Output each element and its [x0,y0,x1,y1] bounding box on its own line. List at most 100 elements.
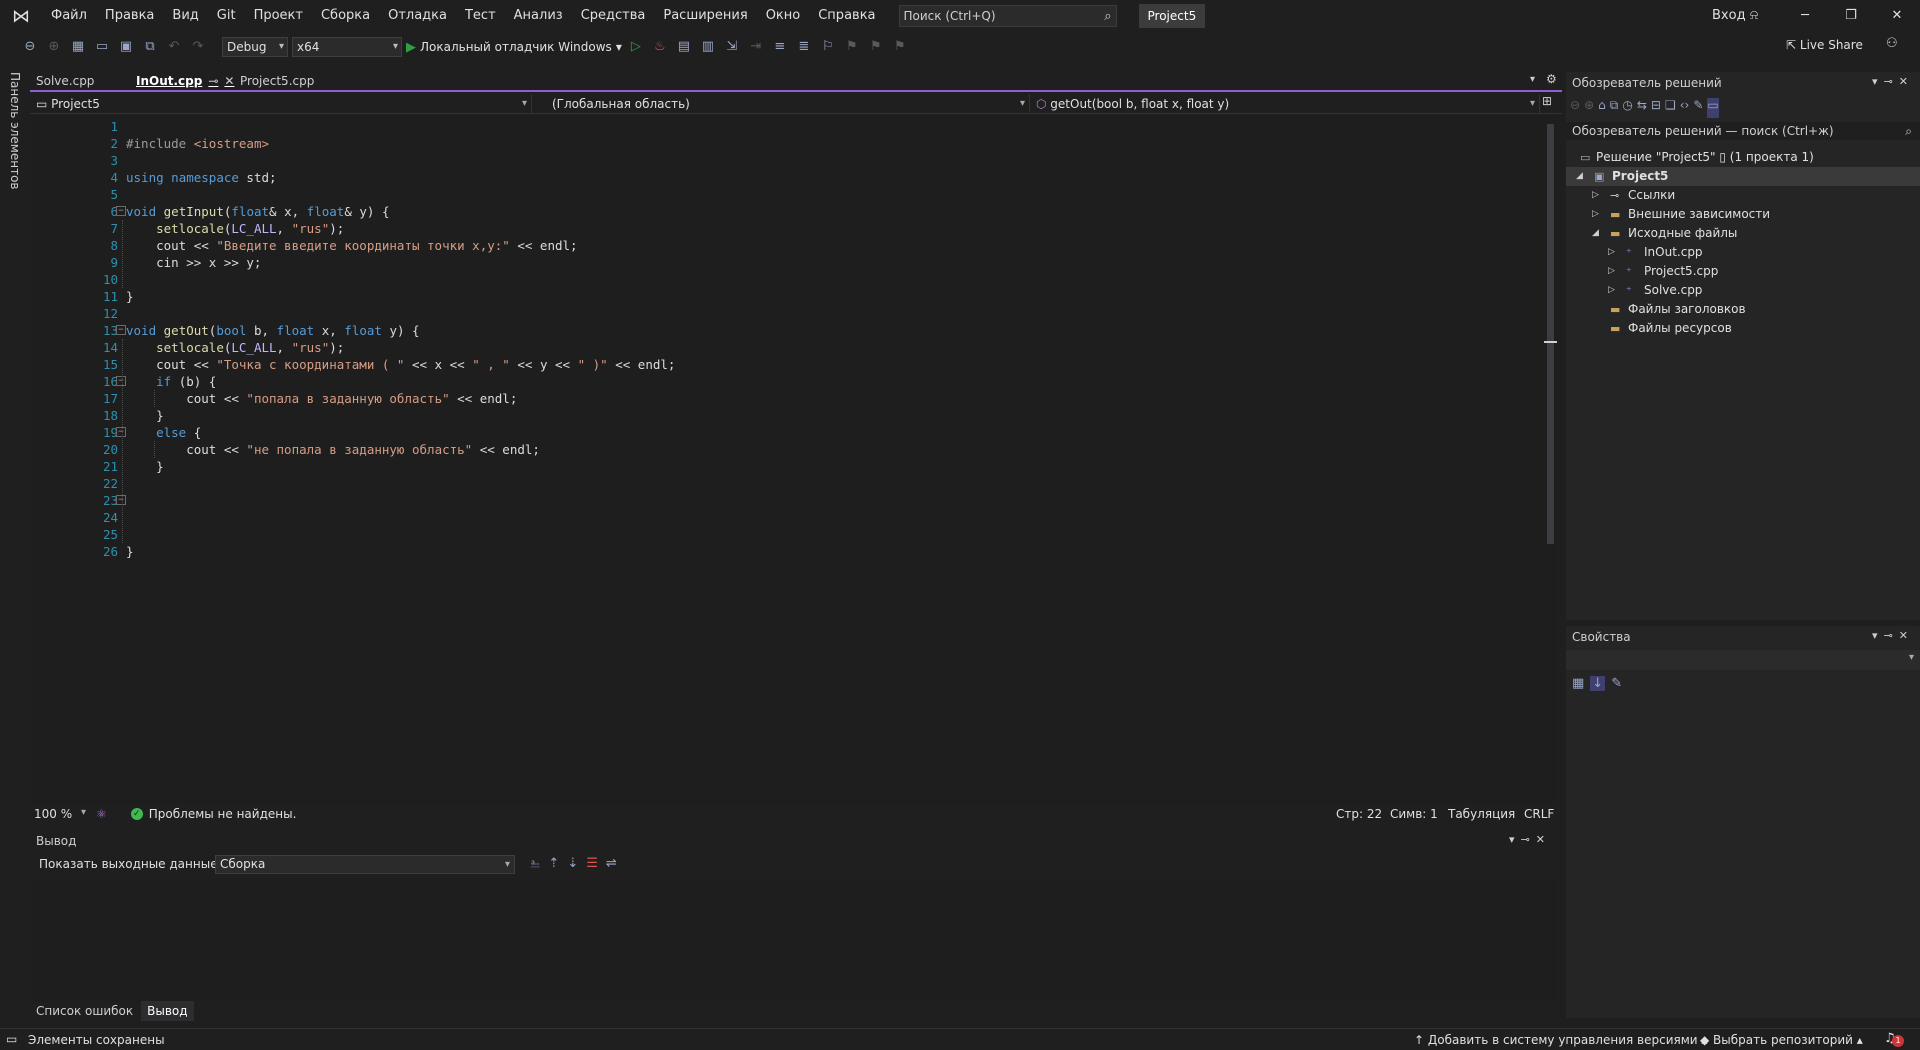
member-select[interactable]: ⬡ getOut(bool b, float x, float y) [1030,94,1540,114]
code-line[interactable]: 3 [30,152,1550,169]
chevron-down-icon[interactable]: ▾ [1872,629,1884,642]
feedback-icon[interactable]: ⚇ [1886,36,1898,51]
pin-icon[interactable]: ⊸ [1884,629,1899,642]
collapsed-arrow-icon[interactable]: ▷ [1608,262,1615,281]
toolbox-tab[interactable]: Панель элементов [8,72,22,190]
collapsed-arrow-icon[interactable]: ▷ [1608,281,1615,300]
collapse-toggle-icon[interactable]: − [116,325,126,335]
collapsed-arrow-icon[interactable]: ▷ [1592,205,1599,224]
solution-explorer-controls[interactable]: ▾⊸✕ [1872,75,1914,88]
menu-item-10[interactable]: Расширения [654,0,756,32]
solution-folder-icon[interactable]: ▤ [674,37,694,57]
view-code-icon[interactable]: ‹› [1680,98,1690,118]
pending-changes-filter-icon[interactable]: ◷ [1622,98,1632,118]
forward-icon[interactable]: ⊕ [1584,98,1594,118]
start-debugging-button[interactable]: ▶ Локальный отладчик Windows ▾ [406,40,622,55]
indentation-mode[interactable]: Табуляция [1448,804,1515,824]
code-line[interactable]: 12 [30,305,1550,322]
code-line[interactable]: 9 cin >> x >> y; [30,254,1550,271]
code-line[interactable]: 26} [30,543,1550,560]
menu-item-11[interactable]: Окно [757,0,810,32]
select-repository-button[interactable]: ◆ Выбрать репозиторий ▴ [1700,1029,1863,1050]
step-icon[interactable]: ⇲ [722,37,742,57]
preview-selected-icon[interactable]: ▭ [1707,98,1719,118]
back-icon[interactable]: ⊖ [1570,98,1580,118]
pin-icon[interactable]: ⊸ [1884,75,1899,88]
tree-item[interactable]: ▷ ▬ Внешние зависимости [1566,205,1920,224]
close-icon[interactable]: ✕ [224,72,234,90]
search-input[interactable]: Поиск (Ctrl+Q) ⌕ [898,5,1117,27]
menu-item-3[interactable]: Git [208,0,245,32]
output-panel-controls[interactable]: ▾⊸✕ [1509,833,1551,846]
code-line[interactable]: 4 using namespace std; [30,169,1550,186]
code-line[interactable]: 16− if (b) { [30,373,1550,390]
tab-settings-gear-icon[interactable]: ⚙ [1546,72,1557,86]
tab-inout-cpp[interactable]: InOut.cpp ⊸ ✕ [130,72,234,90]
expanded-arrow-icon[interactable]: ◢ [1576,167,1583,186]
tree-item[interactable]: ▭ Решение "Project5" ▯ (1 проекта 1) [1566,148,1920,167]
configuration-select[interactable]: Debug [222,37,288,57]
code-line[interactable]: 11} [30,288,1550,305]
forward-navigation-icon[interactable]: ⊕ [44,37,64,57]
close-icon[interactable]: ✕ [1536,833,1551,846]
code-line[interactable]: 1 [30,118,1550,135]
home-icon[interactable]: ⌂ [1598,98,1606,118]
clear-all-icon[interactable]: ☰ [586,856,606,871]
code-line[interactable]: 21 } [30,458,1550,475]
new-project-icon[interactable]: ▦ [68,37,88,57]
save-all-icon[interactable]: ⧉ [140,37,160,57]
collapse-toggle-icon[interactable]: − [116,495,126,505]
menu-item-0[interactable]: Файл [42,0,96,32]
code-line[interactable]: 5 [30,186,1550,203]
tree-item[interactable]: ▷ ⁺ InOut.cpp [1566,243,1920,262]
uncomment-icon[interactable]: ≣ [794,37,814,57]
global-scope-select[interactable]: (Глобальная область) [532,94,1030,114]
redo-icon[interactable]: ↷ [188,37,208,57]
menu-item-5[interactable]: Сборка [312,0,379,32]
code-line[interactable]: 13− void getOut(bool b, float x, float y)… [30,322,1550,339]
notifications-bell-icon[interactable]: ♫ 1 [1884,1031,1904,1049]
tab-solve-cpp[interactable]: Solve.cpp [30,72,130,90]
tab-error-list[interactable]: Список ошибок [30,1001,139,1021]
tree-item[interactable]: ◢ ▣ Project5 [1566,167,1920,186]
code-line[interactable]: 18 } [30,407,1550,424]
next-message-icon[interactable]: ⇣ [567,856,586,871]
next-bookmark-icon[interactable]: ⚑ [866,37,886,57]
collapse-all-icon[interactable]: ⊟ [1651,98,1661,118]
menu-item-12[interactable]: Справка [809,0,884,32]
chevron-down-icon[interactable]: ▾ [1872,75,1884,88]
tree-item[interactable]: ◢ ▬ Исходные файлы [1566,224,1920,243]
code-line[interactable]: 25 [30,526,1550,543]
menu-item-2[interactable]: Вид [163,0,207,32]
collapse-toggle-icon[interactable]: − [116,427,126,437]
code-editor[interactable]: 1 2 #include <iostream> 3 4 using namespace s… [30,116,1557,804]
undo-icon[interactable]: ↶ [164,37,184,57]
code-line[interactable]: 23− [30,492,1550,509]
code-line[interactable]: 8 cout << "Введите введите координаты то… [30,237,1550,254]
code-line[interactable]: 6− void getInput(float& x, float& y) { [30,203,1550,220]
tab-list-chevron-icon[interactable]: ▾ [1530,74,1535,85]
menu-item-6[interactable]: Отладка [379,0,456,32]
start-without-debugging-icon[interactable]: ▷ [626,37,646,57]
menu-item-1[interactable]: Правка [96,0,163,32]
properties-wrench-icon[interactable]: ✎ [1693,98,1703,118]
code-line[interactable]: 7 setlocale(LC_ALL, "rus"); [30,220,1550,237]
comment-icon[interactable]: ≡ [770,37,790,57]
tab-output[interactable]: Вывод [141,1001,194,1021]
minimize-button[interactable]: ─ [1782,0,1828,32]
signin-button[interactable]: Вход ⍾ [1712,0,1758,32]
properties-controls[interactable]: ▾⊸✕ [1872,629,1914,642]
bookmark-icon[interactable]: ⚐ [818,37,838,57]
back-navigation-icon[interactable]: ⊖ [20,37,40,57]
code-line[interactable]: 20 cout << "не попала в заданную область… [30,441,1550,458]
code-line[interactable]: 14 setlocale(LC_ALL, "rus"); [30,339,1550,356]
restore-button[interactable]: ❐ [1828,0,1874,32]
layout-icon[interactable]: ▥ [698,37,718,57]
tree-item[interactable]: ▷ ⁺ Project5.cpp [1566,262,1920,281]
hot-reload-icon[interactable]: ♨ [650,37,670,57]
expanded-arrow-icon[interactable]: ◢ [1592,224,1599,243]
scrollbar-thumb[interactable] [1547,124,1554,544]
live-share-button[interactable]: ⇱ Live Share [1786,38,1863,52]
tree-item[interactable]: ▷ ⁺ Solve.cpp [1566,281,1920,300]
prev-bookmark-icon[interactable]: ⚑ [842,37,862,57]
